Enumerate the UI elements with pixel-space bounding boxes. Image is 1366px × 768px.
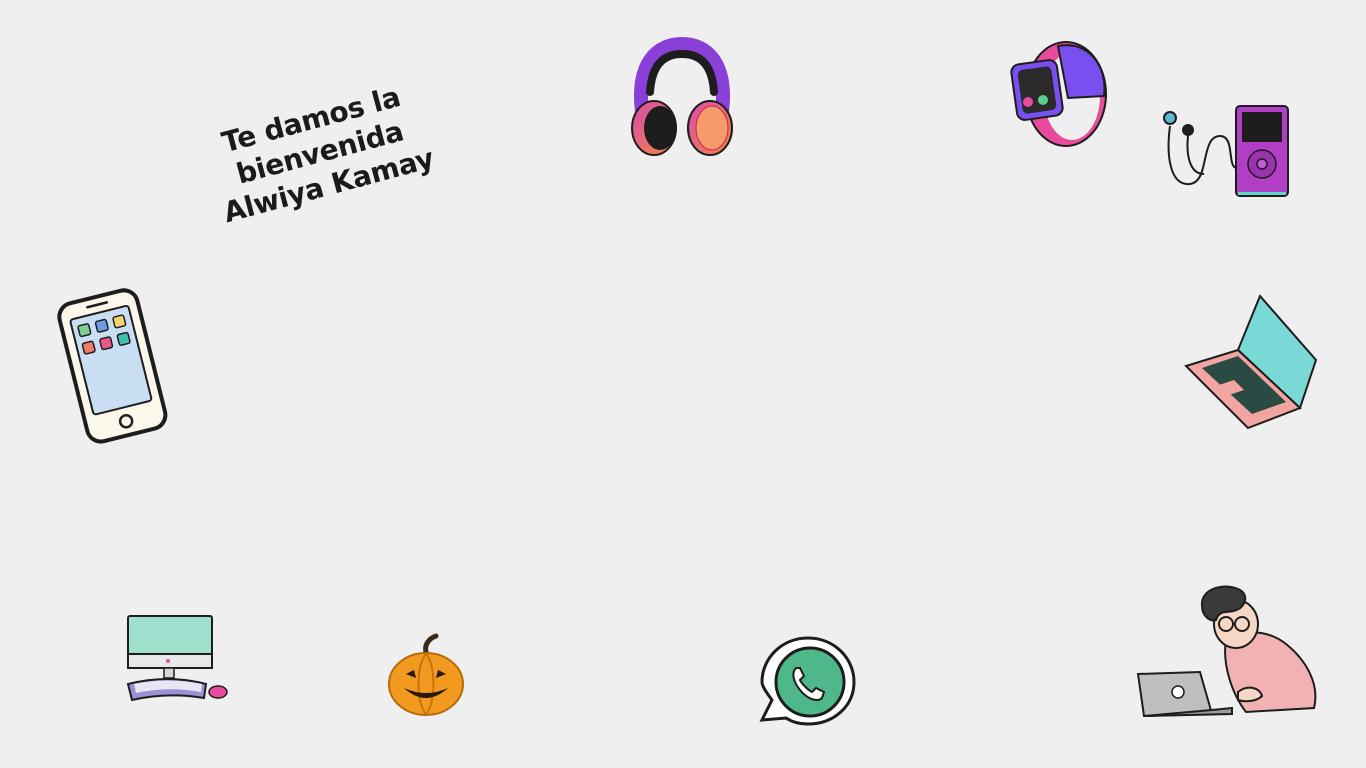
smartphone-icon	[57, 288, 176, 444]
whatsapp-icon	[758, 634, 858, 728]
laptop-icon	[1182, 294, 1322, 432]
welcome-message: Te damos la bienvenida Alwiya Kamay	[143, 60, 498, 247]
desktop-computer-icon	[124, 614, 232, 704]
smartwatch-icon	[1008, 36, 1112, 156]
headphones-icon	[628, 36, 736, 158]
person-with-laptop-icon	[1136, 584, 1320, 720]
mp3-player-icon	[1160, 96, 1292, 200]
pumpkin-icon	[386, 633, 466, 718]
